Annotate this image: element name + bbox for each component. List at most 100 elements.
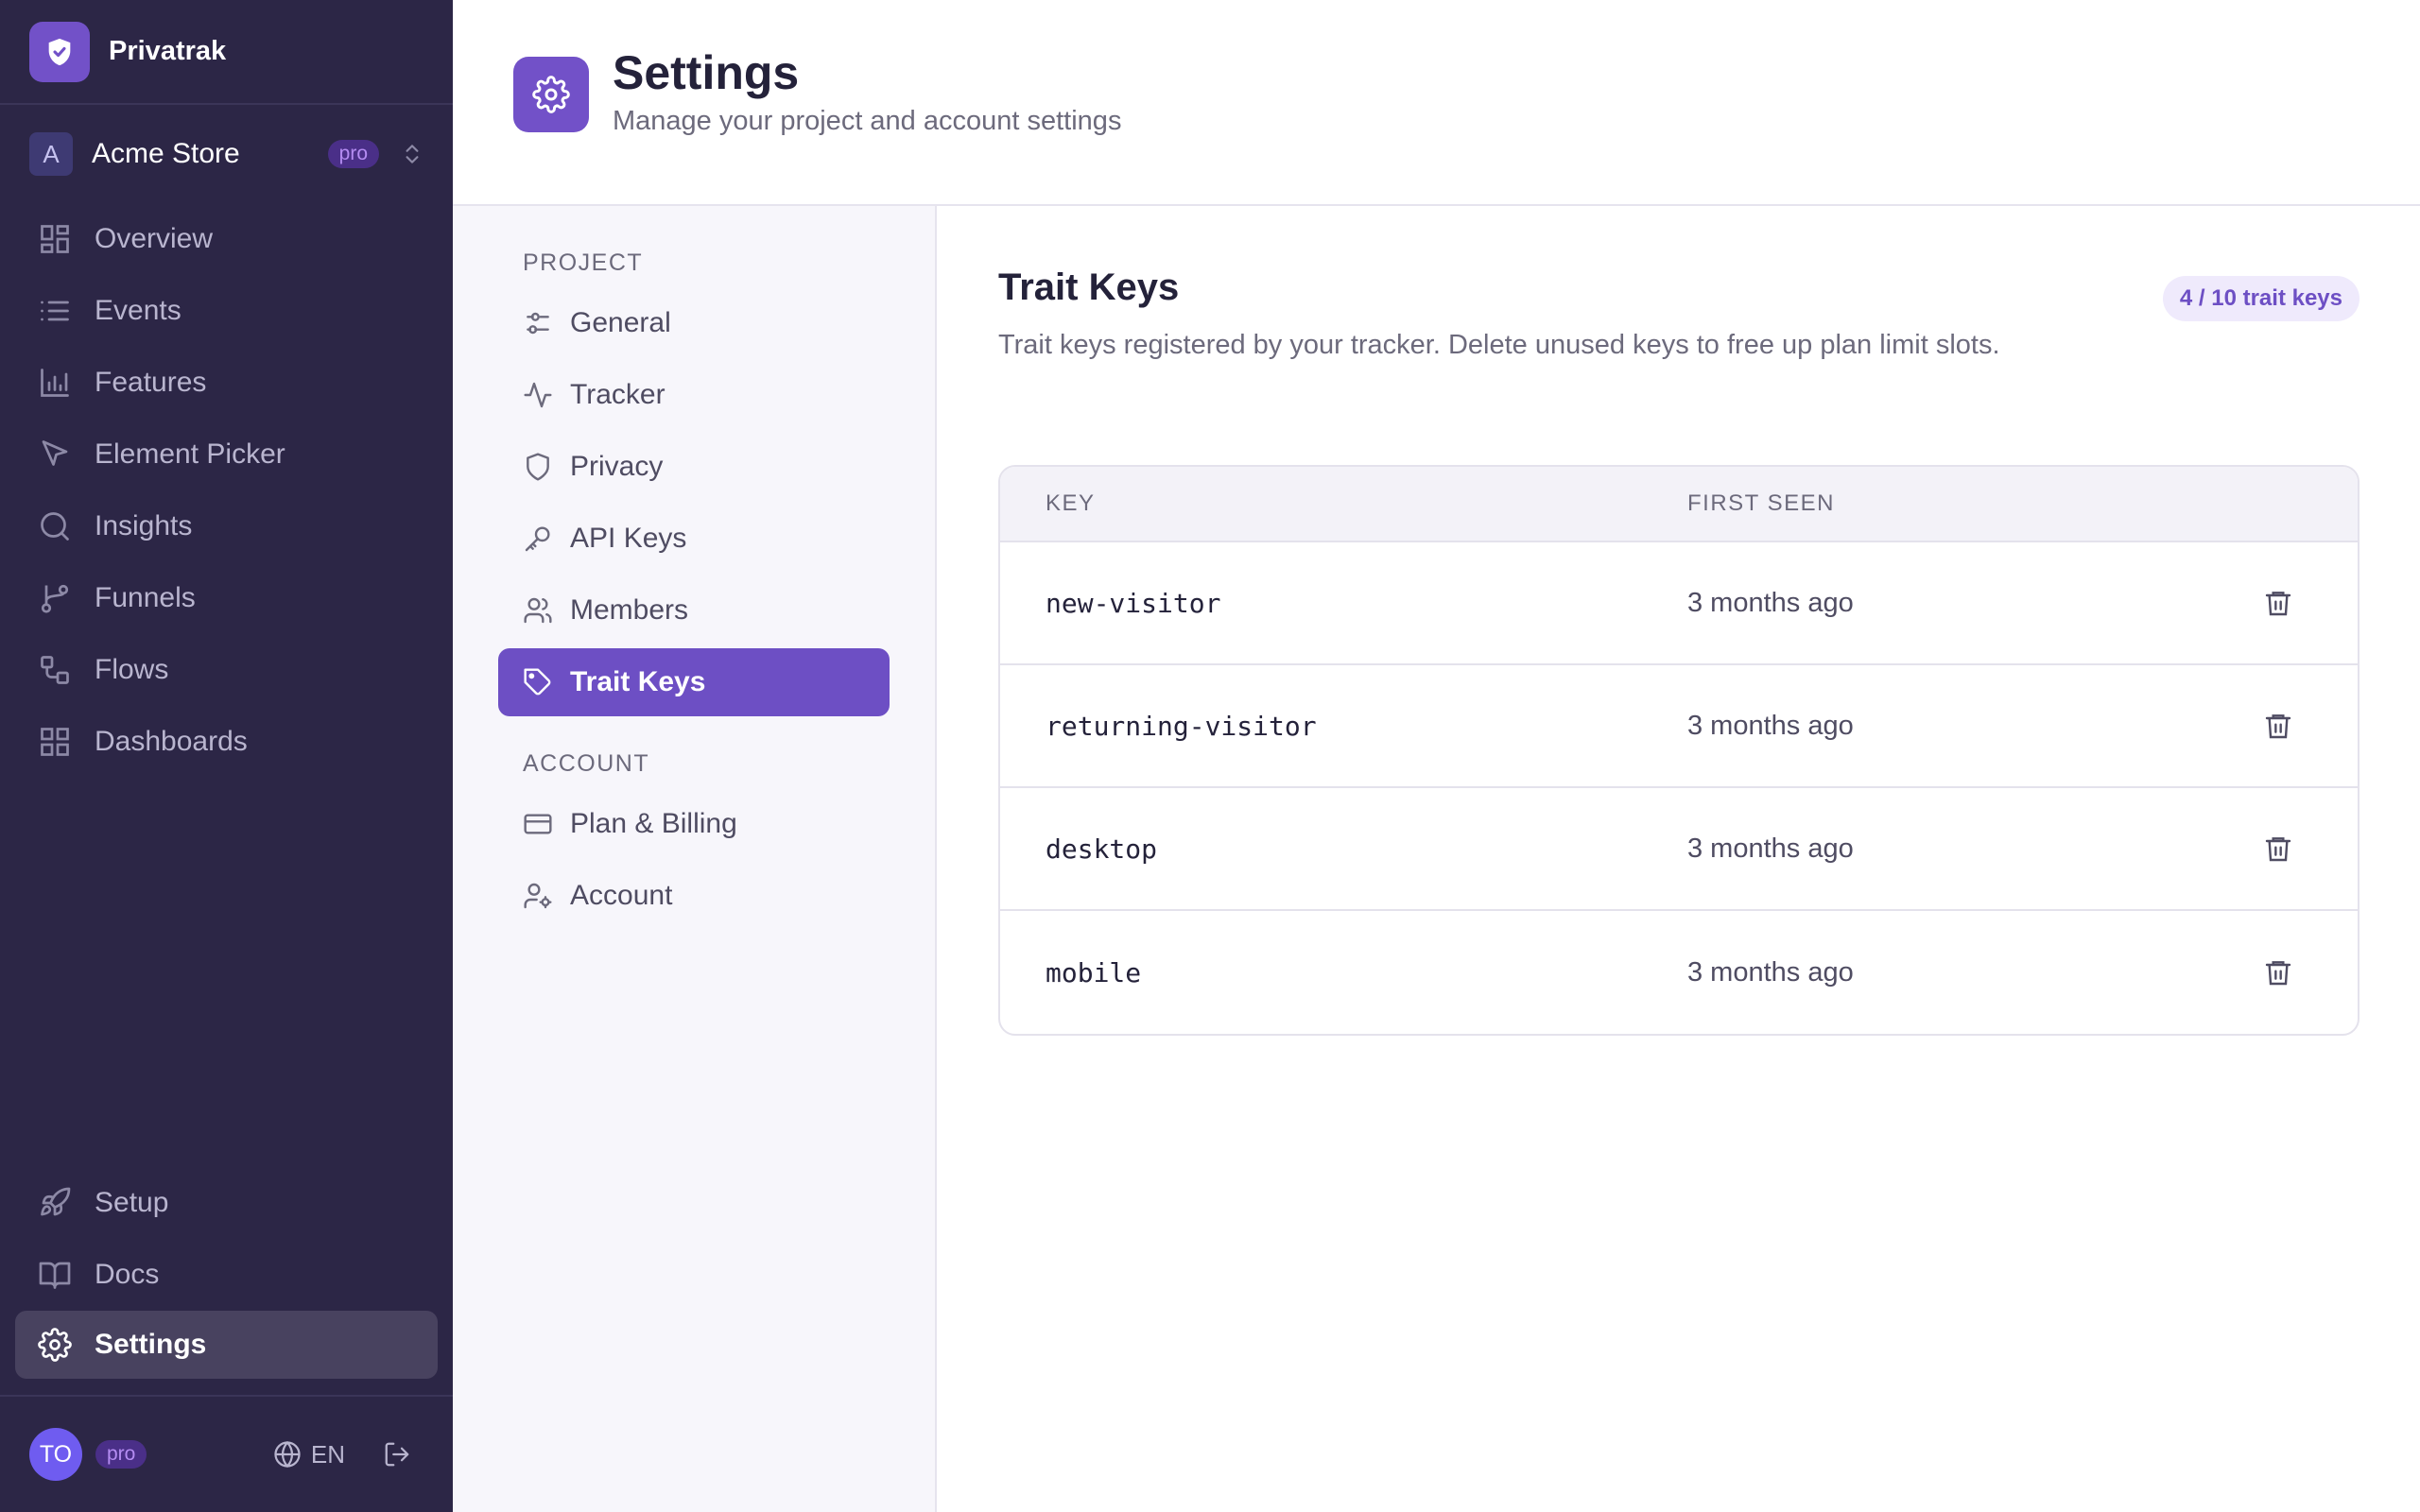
subnav-item-trait-keys[interactable]: Trait Keys xyxy=(498,648,890,716)
language-label: EN xyxy=(310,1439,345,1469)
bottom-nav: Setup Docs Settings xyxy=(0,1167,453,1379)
nav-item-insights[interactable]: Insights xyxy=(0,490,453,562)
nav-label: Events xyxy=(95,295,182,326)
subnav-label: Tracker xyxy=(570,379,666,410)
settings-gear-icon xyxy=(513,57,589,132)
dashboard-icon xyxy=(38,725,72,759)
trash-icon[interactable] xyxy=(2259,830,2297,868)
search-icon xyxy=(38,509,72,543)
trash-icon[interactable] xyxy=(2259,707,2297,745)
subnav-label: Plan & Billing xyxy=(570,808,737,839)
subnav-item-tracker[interactable]: Tracker xyxy=(498,361,890,429)
sliders-icon xyxy=(523,308,553,338)
activity-icon xyxy=(523,380,553,410)
flow-icon xyxy=(38,653,72,687)
key-icon xyxy=(523,524,553,554)
nav-label: Funnels xyxy=(95,582,196,613)
credit-card-icon xyxy=(523,809,553,839)
nav-label: Features xyxy=(95,367,207,398)
nav-label: Settings xyxy=(95,1329,207,1360)
first-seen: 3 months ago xyxy=(1687,833,1854,864)
logout-icon[interactable] xyxy=(383,1440,411,1469)
trash-icon[interactable] xyxy=(2259,954,2297,991)
tag-icon xyxy=(523,667,553,697)
column-header-key: KEY xyxy=(1046,490,1096,516)
brand[interactable]: Privatrak xyxy=(0,0,453,105)
user-gear-icon xyxy=(523,881,553,911)
project-name: Acme Store xyxy=(92,138,240,169)
nav-label: Docs xyxy=(95,1259,160,1290)
page-title: Settings xyxy=(613,46,800,99)
table-row: returning-visitor 3 months ago xyxy=(1000,665,2358,788)
subnav-item-members[interactable]: Members xyxy=(498,576,890,644)
subnav-label: Account xyxy=(570,880,673,911)
subnav-label: Privacy xyxy=(570,451,664,482)
trait-key: mobile xyxy=(1046,956,1142,988)
header-text: Settings Manage your project and account… xyxy=(613,45,1121,137)
grid-icon xyxy=(38,222,72,256)
table-row: desktop 3 months ago xyxy=(1000,788,2358,911)
nav-label: Setup xyxy=(95,1187,169,1218)
brand-name: Privatrak xyxy=(109,36,227,66)
nav-item-features[interactable]: Features xyxy=(0,347,453,419)
trait-key: new-visitor xyxy=(1046,587,1221,619)
nav-item-dashboards[interactable]: Dashboards xyxy=(0,706,453,778)
sidebar: Privatrak A Acme Store pro Overview Even… xyxy=(0,0,453,1512)
rocket-icon xyxy=(38,1186,72,1220)
subnav-label: Members xyxy=(570,594,689,626)
section-title: Trait Keys xyxy=(998,266,1180,308)
first-seen: 3 months ago xyxy=(1687,710,1854,741)
globe-icon xyxy=(273,1440,311,1469)
section-label-project: PROJECT xyxy=(523,249,644,276)
section-header: Trait Keys Trait keys registered by your… xyxy=(998,266,2360,404)
sidebar-footer: TO pro EN xyxy=(0,1395,453,1512)
subnav-item-account[interactable]: Account xyxy=(498,862,890,930)
table-row: new-visitor 3 months ago xyxy=(1000,542,2358,665)
book-icon xyxy=(38,1258,72,1292)
trash-icon[interactable] xyxy=(2259,584,2297,622)
subnav-label: API Keys xyxy=(570,523,687,554)
project-avatar: A xyxy=(29,132,73,176)
users-icon xyxy=(523,595,553,626)
nav-label: Insights xyxy=(95,510,193,541)
user-plan-badge: pro xyxy=(95,1440,147,1469)
user-avatar[interactable]: TO xyxy=(29,1428,82,1481)
trait-key-count-badge: 4 / 10 trait keys xyxy=(2162,276,2360,321)
project-switcher[interactable]: A Acme Store pro xyxy=(0,105,453,203)
column-header-first-seen: FIRST SEEN xyxy=(1687,490,1835,516)
page-subtitle: Manage your project and account settings xyxy=(613,106,1122,136)
subnav-item-privacy[interactable]: Privacy xyxy=(498,433,890,501)
main-nav: Overview Events Features Element Picker … xyxy=(0,203,453,778)
shield-icon xyxy=(523,452,553,482)
subnav-item-api-keys[interactable]: API Keys xyxy=(498,505,890,573)
trait-key: returning-visitor xyxy=(1046,710,1317,742)
subnav-item-general[interactable]: General xyxy=(498,289,890,357)
nav-item-overview[interactable]: Overview xyxy=(0,203,453,275)
first-seen: 3 months ago xyxy=(1687,956,1854,988)
language-switcher[interactable]: EN xyxy=(273,1440,345,1469)
nav-item-element-picker[interactable]: Element Picker xyxy=(0,419,453,490)
nav-item-settings[interactable]: Settings xyxy=(15,1311,438,1379)
page-header: Settings Manage your project and account… xyxy=(453,0,2420,206)
nav-item-docs[interactable]: Docs xyxy=(0,1239,453,1311)
section-description: Trait keys registered by your tracker. D… xyxy=(998,330,2000,360)
shield-check-icon xyxy=(29,21,90,82)
nav-item-funnels[interactable]: Funnels xyxy=(0,562,453,634)
list-icon xyxy=(38,294,72,328)
nav-label: Element Picker xyxy=(95,438,285,470)
nav-item-events[interactable]: Events xyxy=(0,275,453,347)
subnav-label: Trait Keys xyxy=(570,666,706,697)
trait-key: desktop xyxy=(1046,833,1158,865)
trait-keys-table: KEY FIRST SEEN new-visitor 3 months ago … xyxy=(998,465,2360,1036)
nav-item-setup[interactable]: Setup xyxy=(0,1167,453,1239)
nav-label: Overview xyxy=(95,223,214,254)
branch-icon xyxy=(38,581,72,615)
table-row: mobile 3 months ago xyxy=(1000,911,2358,1034)
subnav-item-plan-billing[interactable]: Plan & Billing xyxy=(498,790,890,858)
gear-icon xyxy=(38,1328,72,1362)
subnav-label: General xyxy=(570,307,671,338)
nav-label: Dashboards xyxy=(95,726,248,757)
nav-label: Flows xyxy=(95,654,169,685)
section-label-account: ACCOUNT xyxy=(523,750,650,777)
nav-item-flows[interactable]: Flows xyxy=(0,634,453,706)
